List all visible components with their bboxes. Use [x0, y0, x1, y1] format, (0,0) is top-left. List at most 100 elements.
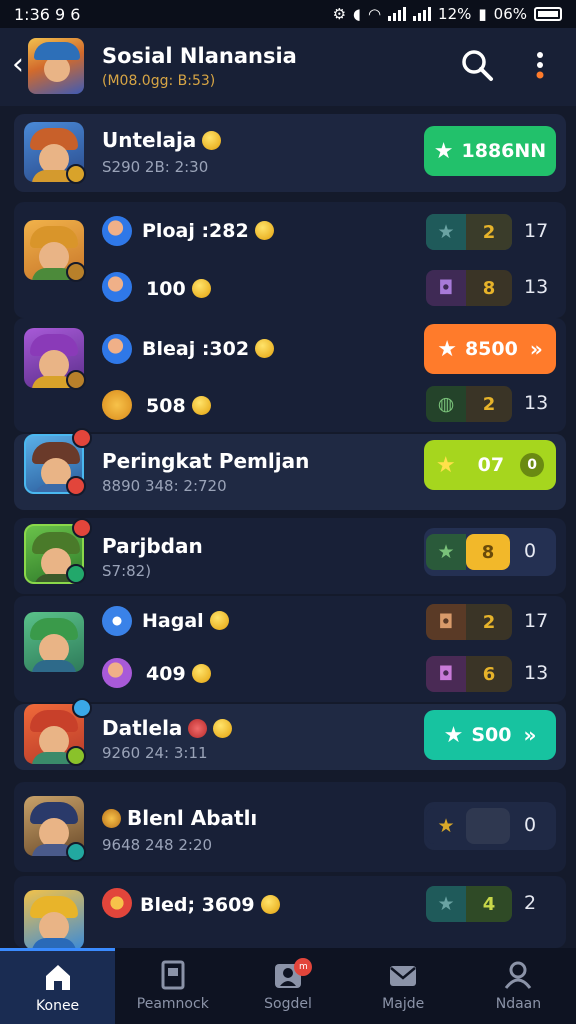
- nav-profile[interactable]: Ndaan: [461, 948, 576, 1024]
- avatar-icon: [102, 809, 121, 828]
- score-button[interactable]: ★ 8500»: [424, 324, 556, 374]
- coin-icon: [209, 611, 229, 630]
- player-name: Ploaj :282: [142, 220, 274, 242]
- group-avatar[interactable]: [28, 38, 84, 94]
- player-time: 9260 24: 3:11: [102, 744, 208, 762]
- coin-icon: [260, 895, 280, 914]
- battery-percent: 06%: [493, 5, 527, 23]
- player-count: 13: [524, 392, 549, 414]
- player-name: Bled; 3609: [140, 894, 280, 916]
- rank-badge-icon: [66, 262, 86, 282]
- coin-icon: [191, 396, 211, 415]
- gold-badge-icon: [66, 164, 86, 184]
- star-icon: ★: [435, 452, 456, 478]
- player-name: Blenl Abatlı: [102, 806, 257, 830]
- page-title: Sosial Nlanansia: [102, 44, 297, 68]
- coin-icon: [213, 719, 233, 738]
- star-icon: ★: [426, 886, 466, 922]
- status-icons: ⚙ ◖ ◠ 12% ▮ 06%: [333, 5, 562, 23]
- player-mini-avatar: [102, 390, 132, 420]
- star-icon: ★: [433, 138, 454, 164]
- wifi-percent: 12%: [438, 5, 472, 23]
- shield-icon: ◖: [353, 5, 361, 23]
- player-time: S290 2B: 2:30: [102, 158, 209, 176]
- score-chip[interactable]: ★: [426, 808, 510, 844]
- nav-social[interactable]: m Sogdel: [230, 948, 345, 1024]
- player-count: 0: [524, 814, 537, 836]
- wifi-icon: ◠: [367, 5, 382, 23]
- star-icon: ★: [437, 336, 457, 362]
- back-arrow-icon[interactable]: ‹: [12, 50, 24, 80]
- star-icon: ★: [426, 534, 466, 570]
- player-mini-avatar: [102, 606, 132, 636]
- score-chip[interactable]: ◍ 2: [426, 386, 512, 422]
- player-count: 13: [524, 662, 549, 684]
- player-score: 508: [146, 395, 211, 417]
- player-count: 2: [524, 892, 537, 914]
- nav-bookmark[interactable]: Peamnock: [115, 948, 230, 1024]
- coin-icon: [191, 664, 211, 683]
- bottom-nav: Konee Peamnock m Sogdel Majde Ndaan: [0, 948, 576, 1024]
- nav-home[interactable]: Konee: [0, 948, 116, 1024]
- notification-badge: m: [294, 958, 313, 976]
- player-mini-avatar: [102, 216, 132, 246]
- player-name: Peringkat Pemljan: [102, 449, 310, 473]
- bookmark-icon: ◘: [426, 270, 466, 306]
- player-count: 0: [524, 540, 537, 562]
- score-chip[interactable]: ★ 2: [426, 214, 512, 250]
- shield-icon: ◘: [426, 604, 466, 640]
- score-chip[interactable]: ◘ 6: [426, 656, 512, 692]
- score-button[interactable]: ★ S00»: [424, 710, 556, 760]
- player-time: 8890 348: 2:720: [102, 477, 227, 495]
- status-bar: 1:36 9 6 ⚙ ◖ ◠ 12% ▮ 06%: [0, 0, 576, 28]
- rank-badge-icon: [66, 476, 86, 496]
- score-button[interactable]: ★ 1886NN: [424, 126, 556, 176]
- score-chip[interactable]: ★ 4: [426, 886, 512, 922]
- star-icon: ★: [426, 808, 466, 844]
- profile-icon: [505, 961, 532, 989]
- chevron-right-icon: »: [523, 723, 537, 747]
- player-score: 409: [146, 663, 211, 685]
- notification-badge-icon: [72, 428, 92, 448]
- star-icon: ★: [443, 722, 464, 748]
- search-icon[interactable]: [460, 48, 494, 82]
- player-name: Parjbdan: [102, 534, 203, 558]
- app-header: ‹ Sosial Nlanansia (M08.0gg: B:53): [0, 28, 576, 106]
- player-time: 9648 248 2:20: [102, 836, 213, 854]
- coin-icon: [202, 131, 222, 150]
- mail-icon: [390, 966, 417, 986]
- star-icon: ★: [426, 214, 466, 250]
- player-score: 100: [146, 278, 211, 300]
- page-subtitle: (M08.0gg: B:53): [102, 73, 216, 89]
- coin-icon: [254, 221, 274, 240]
- nav-label: Sogdel: [264, 996, 312, 1012]
- signal-icon: [388, 7, 407, 21]
- player-mini-avatar: [102, 888, 132, 918]
- bookmark-icon: ◘: [426, 656, 466, 692]
- nav-label: Konee: [36, 997, 80, 1014]
- sim-icon: ▮: [478, 5, 487, 23]
- refresh-icon: ◍: [426, 386, 466, 422]
- nav-mail[interactable]: Majde: [346, 948, 461, 1024]
- avatar[interactable]: [24, 612, 84, 672]
- settings-icon: ⚙: [332, 5, 347, 23]
- player-name: Untelaja: [102, 128, 222, 152]
- player-time: S7:82): [102, 562, 152, 580]
- battery-icon: [534, 7, 562, 21]
- score-chip[interactable]: ★ 8: [426, 534, 510, 570]
- score-chip[interactable]: ◘ 8: [426, 270, 512, 306]
- player-count: 13: [524, 276, 549, 298]
- avatar[interactable]: [24, 890, 84, 950]
- rank-badge-icon: [66, 746, 86, 766]
- coin-icon: [191, 279, 211, 298]
- more-vertical-icon[interactable]: [530, 50, 550, 82]
- player-name: Datlela: [102, 716, 233, 740]
- score-button[interactable]: ★ 07 0: [424, 440, 556, 490]
- notification-badge-icon: [72, 518, 92, 538]
- chevron-right-icon: »: [529, 337, 543, 361]
- avatar-icon: [188, 719, 208, 738]
- score-chip[interactable]: ◘ 2: [426, 604, 512, 640]
- status-time: 1:36 9 6: [14, 4, 81, 24]
- player-mini-avatar: [102, 272, 132, 302]
- rank-badge-icon: [66, 842, 86, 862]
